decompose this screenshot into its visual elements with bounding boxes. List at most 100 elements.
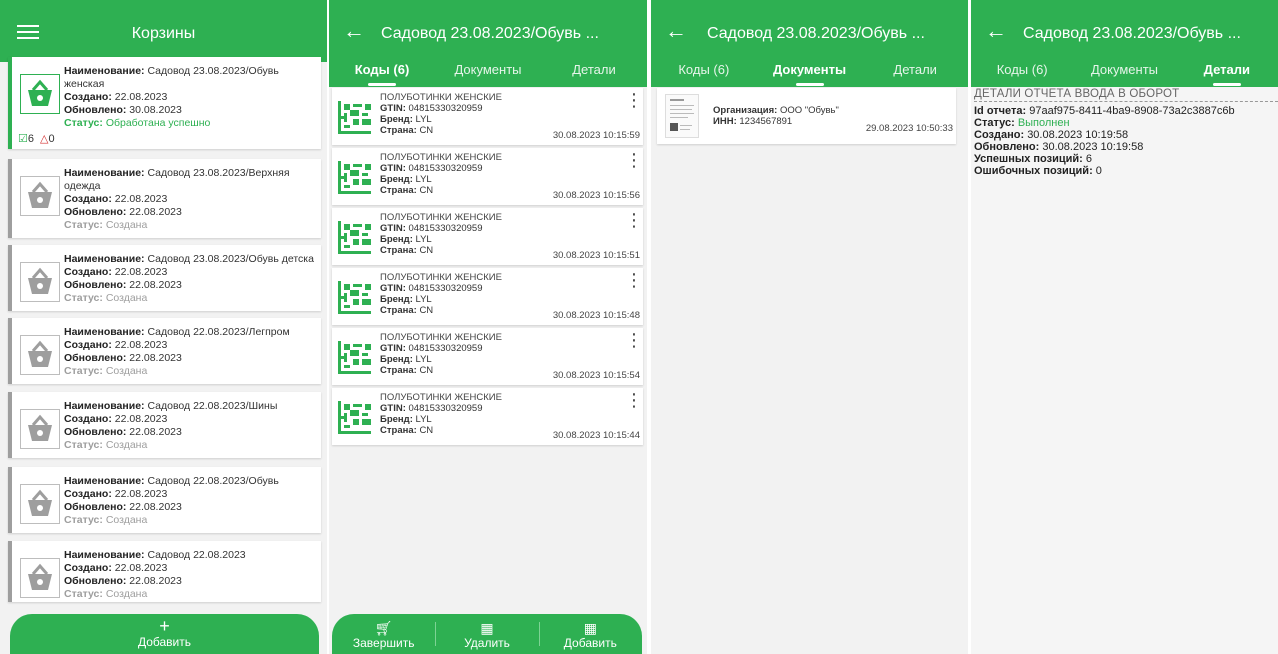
- codes-action-bar: 🛒︎ Завершить ▦ Удалить ▦ Добавить: [332, 614, 642, 654]
- basket-status: Создана: [105, 292, 148, 304]
- basket-info: Наименование: Садовод 23.08.2023/Верхняя…: [64, 167, 290, 231]
- basket-card[interactable]: Наименование: Садовод 23.08.2023/Верхняя…: [8, 159, 321, 238]
- basket-name: Садовод 23.08.2023/Обувь детска: [147, 253, 314, 265]
- delete-code-button[interactable]: ▦ Удалить: [435, 614, 538, 654]
- code-card[interactable]: ПОЛУБОТИНКИ ЖЕНСКИЕ GTIN: 04815330320959 Б…: [332, 208, 643, 265]
- basket-icon: [20, 335, 60, 375]
- back-arrow-icon[interactable]: ←: [665, 20, 687, 42]
- tab-codes[interactable]: Коды (6): [329, 62, 435, 87]
- more-vertical-icon[interactable]: ⋮: [625, 391, 643, 409]
- gtin-value: 04815330320959: [408, 283, 483, 294]
- brand-label: Бренд: [380, 414, 410, 425]
- code-timestamp: 30.08.2023 10:15:54: [552, 370, 640, 381]
- org-value: ООО "Обувь": [779, 105, 839, 116]
- codes-screen: ← Садовод 23.08.2023/Обувь ... Коды (6) …: [329, 0, 647, 654]
- code-card[interactable]: ПОЛУБОТИНКИ ЖЕНСКИЕ GTIN: 04815330320959 Б…: [332, 88, 643, 145]
- created-label: Создано: [64, 91, 109, 103]
- product-name: ПОЛУБОТИНКИ ЖЕНСКИЕ: [380, 332, 502, 343]
- error-label: Ошибочных позиций: [974, 165, 1090, 177]
- add-basket-label: Добавить: [137, 635, 192, 649]
- code-card[interactable]: ПОЛУБОТИНКИ ЖЕНСКИЕ GTIN: 04815330320959 Б…: [332, 388, 643, 445]
- basket-card[interactable]: Наименование: Садовод 22.08.2023/Обувь Со…: [8, 467, 321, 533]
- basket-check-icon: 🛒︎: [374, 620, 393, 636]
- basket-name: Садовод 22.08.2023/Легпром: [147, 326, 290, 338]
- basket-updated: 22.08.2023: [129, 426, 182, 438]
- basket-name: Садовод 22.08.2023: [147, 549, 246, 561]
- documents-screen: ← Садовод 23.08.2023/Обувь ... Коды (6) …: [651, 0, 968, 654]
- report-details: ДЕТАЛИ ОТЧЕТА ВВОДА В ОБОРОТ Id отчета: …: [974, 88, 1278, 177]
- tab-codes[interactable]: Коды (6): [651, 62, 757, 87]
- status-label: Статус: [64, 117, 100, 129]
- basket-card[interactable]: Наименование: Садовод 22.08.2023/Шины Соз…: [8, 392, 321, 458]
- basket-updated: 22.08.2023: [129, 352, 182, 364]
- basket-counters: ☑6 △0: [18, 132, 55, 145]
- basket-card[interactable]: Наименование: Садовод 22.08.2023 Создано:…: [8, 541, 321, 602]
- brand-label: Бренд: [380, 234, 410, 245]
- more-vertical-icon[interactable]: ⋮: [625, 331, 643, 349]
- name-label: Наименование: [64, 475, 142, 487]
- tab-details[interactable]: Детали: [862, 62, 968, 87]
- code-card[interactable]: ПОЛУБОТИНКИ ЖЕНСКИЕ GTIN: 04815330320959 Б…: [332, 328, 643, 385]
- document-card[interactable]: Организация: ООО "Обувь" ИНН: 1234567891…: [657, 88, 956, 144]
- basket-updated: 22.08.2023: [129, 279, 182, 291]
- basket-created: 22.08.2023: [114, 562, 168, 574]
- more-vertical-icon[interactable]: ⋮: [625, 91, 643, 109]
- gtin-value: 04815330320959: [408, 223, 483, 234]
- status-label: Статус: [974, 117, 1012, 129]
- basket-info: Наименование: Садовод 23.08.2023/Обувь д…: [64, 253, 314, 304]
- basket-card[interactable]: Наименование: Садовод 22.08.2023/Легпром…: [8, 318, 321, 384]
- back-arrow-icon[interactable]: ←: [343, 20, 365, 42]
- tab-codes[interactable]: Коды (6): [971, 62, 1073, 87]
- document-info: Организация: ООО "Обувь" ИНН: 1234567891: [713, 105, 839, 127]
- code-timestamp: 30.08.2023 10:15:44: [552, 430, 640, 441]
- basket-created: 22.08.2023: [114, 266, 168, 278]
- status-label: Статус: [64, 514, 100, 526]
- brand-value: LYL: [415, 114, 432, 125]
- add-code-button[interactable]: ▦ Добавить: [538, 614, 642, 654]
- country-label: Страна: [380, 365, 414, 376]
- more-vertical-icon[interactable]: ⋮: [625, 271, 643, 289]
- add-basket-button[interactable]: + Добавить: [10, 614, 319, 654]
- updated-label: Обновлено: [64, 206, 123, 218]
- datamatrix-minus-icon: ▦: [480, 620, 494, 636]
- basket-icon: [20, 558, 60, 598]
- gtin-value: 04815330320959: [408, 343, 483, 354]
- gtin-label: GTIN: [380, 163, 403, 174]
- detail-appbar: ← Садовод 23.08.2023/Обувь ...: [329, 0, 647, 62]
- finish-label: Завершить: [352, 636, 415, 650]
- detail-title: Садовод 23.08.2023/Обувь ...: [1023, 25, 1241, 42]
- tab-details[interactable]: Детали: [1176, 62, 1278, 87]
- gtin-label: GTIN: [380, 343, 403, 354]
- basket-icon: [20, 262, 60, 302]
- tab-documents[interactable]: Документы: [1073, 62, 1175, 87]
- document-timestamp: 29.08.2023 10:50:33: [865, 123, 953, 134]
- updated-label: Обновлено: [64, 426, 123, 438]
- finish-button[interactable]: 🛒︎ Завершить: [332, 614, 435, 654]
- inn-value: 1234567891: [739, 116, 793, 127]
- code-card[interactable]: ПОЛУБОТИНКИ ЖЕНСКИЕ GTIN: 04815330320959 Б…: [332, 268, 643, 325]
- code-card[interactable]: ПОЛУБОТИНКИ ЖЕНСКИЕ GTIN: 04815330320959 Б…: [332, 148, 643, 205]
- details-screen: ← Садовод 23.08.2023/Обувь ... Коды (6) …: [971, 0, 1278, 654]
- country-label: Страна: [380, 245, 414, 256]
- back-arrow-icon[interactable]: ←: [985, 20, 1007, 42]
- updated-label: Обновлено: [64, 501, 123, 513]
- basket-status: Создана: [105, 439, 148, 451]
- tab-documents[interactable]: Документы: [435, 62, 541, 87]
- basket-card[interactable]: Наименование: Садовод 23.08.2023/Обувь ж…: [8, 57, 321, 149]
- product-name: ПОЛУБОТИНКИ ЖЕНСКИЕ: [380, 212, 502, 223]
- brand-value: LYL: [415, 174, 432, 185]
- more-vertical-icon[interactable]: ⋮: [625, 151, 643, 169]
- status-label: Статус: [64, 439, 100, 451]
- detail-title: Садовод 23.08.2023/Обувь ...: [707, 25, 925, 42]
- gtin-label: GTIN: [380, 103, 403, 114]
- tab-documents[interactable]: Документы: [757, 62, 863, 87]
- detail-tabs: Коды (6) Документы Детали: [971, 62, 1278, 87]
- basket-created: 22.08.2023: [114, 488, 168, 500]
- brand-value: LYL: [415, 294, 432, 305]
- basket-status: Создана: [105, 514, 148, 526]
- product-name: ПОЛУБОТИНКИ ЖЕНСКИЕ: [380, 92, 502, 103]
- more-vertical-icon[interactable]: ⋮: [625, 211, 643, 229]
- tab-details[interactable]: Детали: [541, 62, 647, 87]
- basket-card[interactable]: Наименование: Садовод 23.08.2023/Обувь д…: [8, 245, 321, 311]
- code-info: ПОЛУБОТИНКИ ЖЕНСКИЕ GTIN: 04815330320959 Б…: [380, 272, 502, 316]
